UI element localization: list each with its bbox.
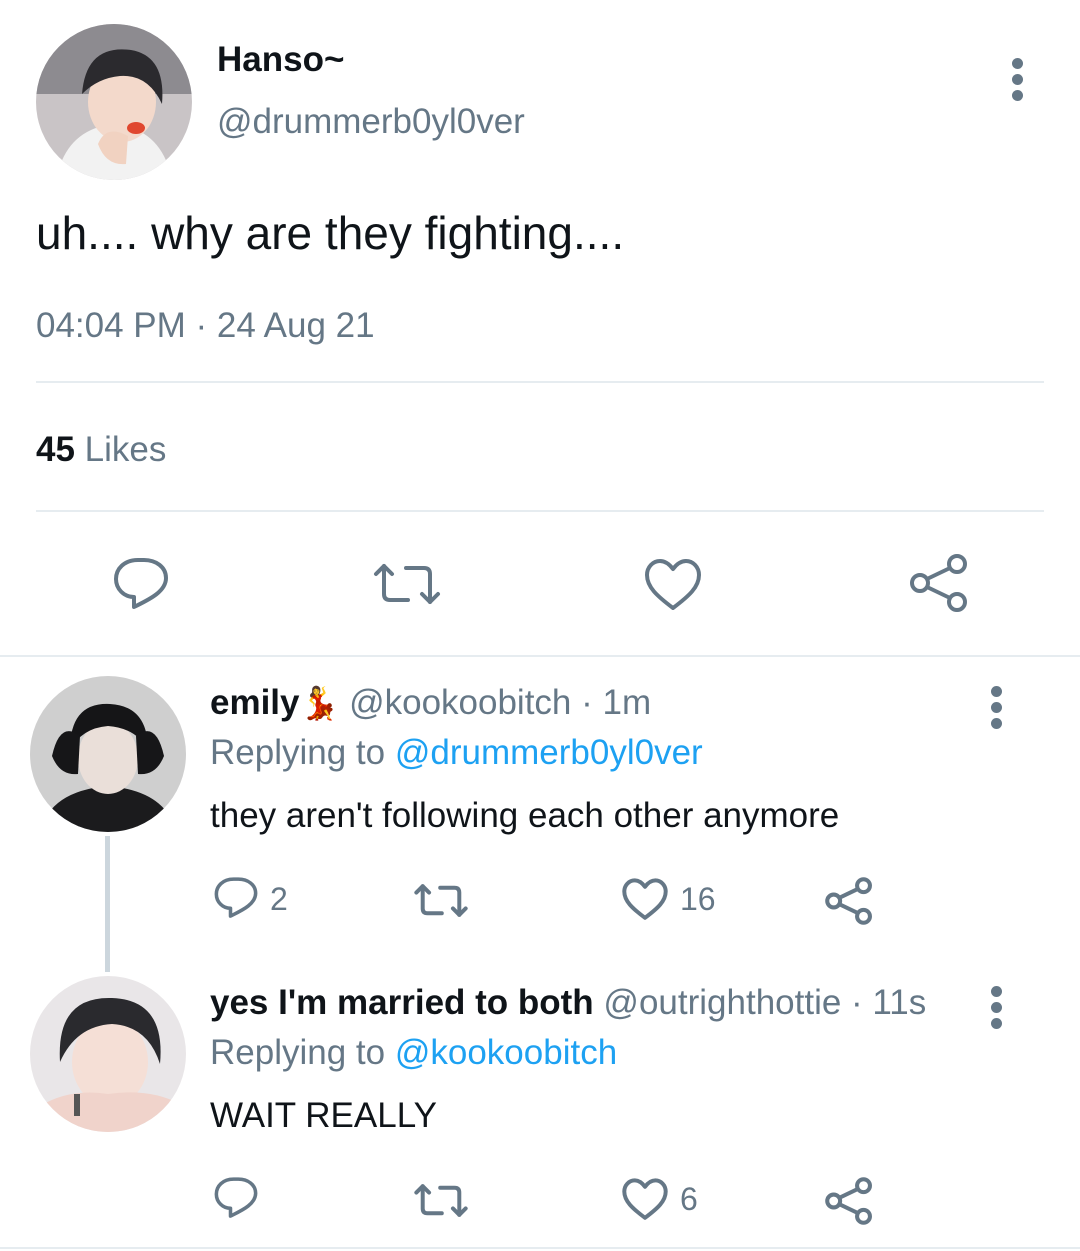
reply-icon[interactable] xyxy=(213,876,259,920)
reply-count: 2 xyxy=(270,881,288,917)
thread-line xyxy=(105,836,110,972)
more-options-icon[interactable] xyxy=(991,686,1003,734)
share-icon[interactable] xyxy=(824,1176,874,1226)
reply-avatar[interactable] xyxy=(30,676,186,832)
divider xyxy=(0,655,1080,657)
share-icon[interactable] xyxy=(824,876,874,926)
replying-to-line: Replying to @drummerb0yl0ver xyxy=(210,733,703,773)
reply-header: yes I'm married to both @outrighthottie … xyxy=(210,983,926,1023)
main-handle[interactable]: @drummerb0yl0ver xyxy=(217,102,525,142)
tweet-text: uh.... why are they fighting.... xyxy=(36,207,625,259)
reply-time[interactable]: · 11s xyxy=(851,983,926,1022)
divider xyxy=(36,381,1044,383)
reply-time[interactable]: · 1m xyxy=(581,683,651,722)
retweet-icon[interactable] xyxy=(372,562,442,606)
replying-to-link[interactable]: @kookoobitch xyxy=(395,1033,617,1072)
main-display-name[interactable]: Hanso~ xyxy=(217,40,344,80)
likes-stat[interactable]: 45 Likes xyxy=(36,430,166,470)
more-options-icon[interactable] xyxy=(1012,58,1024,106)
reply-handle[interactable]: @kookoobitch xyxy=(349,683,571,722)
like-icon[interactable] xyxy=(621,1178,669,1221)
like-count: 6 xyxy=(680,1181,698,1217)
like-count: 16 xyxy=(680,881,716,917)
reply-icon[interactable] xyxy=(213,1176,259,1220)
likes-count: 45 xyxy=(36,430,75,469)
replying-label: Replying to xyxy=(210,1033,386,1072)
replying-to-line: Replying to @kookoobitch xyxy=(210,1033,617,1073)
tweet-timestamp[interactable]: 04:04 PM · 24 Aug 21 xyxy=(36,306,375,346)
retweet-icon[interactable] xyxy=(413,1183,469,1218)
divider xyxy=(0,1247,1080,1249)
replying-label: Replying to xyxy=(210,733,386,772)
reply-display-name[interactable]: emily xyxy=(210,683,300,722)
reply-text: WAIT REALLY xyxy=(210,1096,437,1135)
reply-icon[interactable] xyxy=(112,556,170,612)
likes-label: Likes xyxy=(84,430,167,469)
retweet-icon[interactable] xyxy=(413,883,469,918)
like-icon[interactable] xyxy=(621,878,669,921)
share-icon[interactable] xyxy=(908,552,970,614)
main-avatar[interactable] xyxy=(36,24,192,180)
reply-display-name[interactable]: yes I'm married to both xyxy=(210,983,594,1022)
reply-header: emily💃 @kookoobitch · 1m xyxy=(210,683,651,723)
reply-avatar[interactable] xyxy=(30,976,186,1132)
divider xyxy=(36,510,1044,512)
more-options-icon[interactable] xyxy=(991,986,1003,1034)
dancer-emoji: 💃 xyxy=(299,685,340,721)
reply-handle[interactable]: @outrighthottie xyxy=(603,983,841,1022)
replying-to-link[interactable]: @drummerb0yl0ver xyxy=(395,733,703,772)
like-icon[interactable] xyxy=(643,558,703,612)
reply-text: they aren't following each other anymore xyxy=(210,796,840,835)
